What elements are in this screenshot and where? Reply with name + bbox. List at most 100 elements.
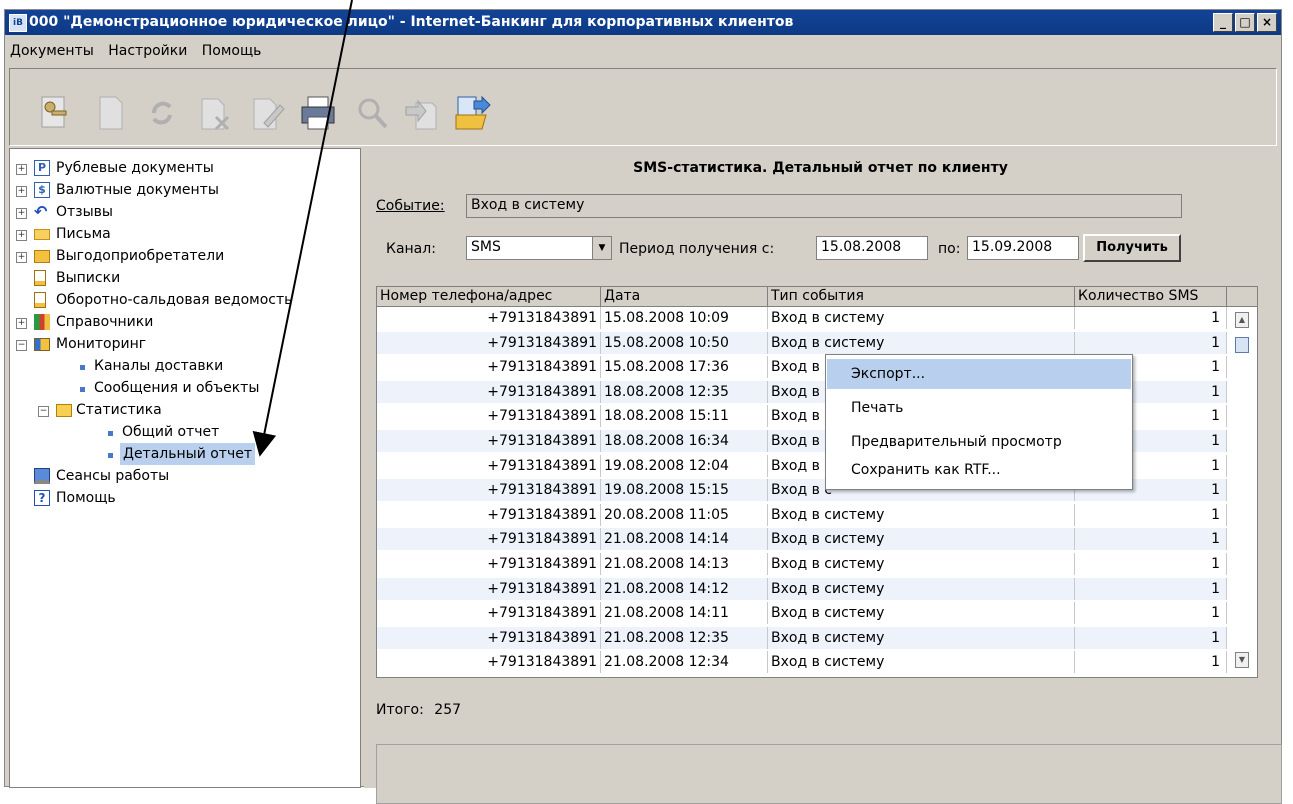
- get-button[interactable]: Получить: [1083, 234, 1181, 262]
- print-icon[interactable]: [298, 93, 338, 133]
- tree-item-sessions[interactable]: Сеансы работы: [14, 465, 354, 487]
- tree-item-beneficiaries[interactable]: + Выгодоприобретатели: [14, 245, 354, 267]
- event-field[interactable]: Вход в систему: [466, 194, 1182, 218]
- cell-date: 21.08.2008 14:11: [601, 602, 768, 625]
- edit-document-icon[interactable]: [246, 93, 286, 133]
- export-folder-icon[interactable]: [452, 93, 492, 133]
- expand-icon[interactable]: +: [16, 208, 27, 219]
- menu-documents[interactable]: Документы: [5, 37, 99, 59]
- tree-item-directories[interactable]: + Справочники: [14, 311, 354, 333]
- menu-item-preview[interactable]: Предварительный просмотр: [827, 427, 1131, 457]
- channel-select[interactable]: SMS ▼: [466, 236, 612, 260]
- cell-phone: +79131843891: [377, 454, 601, 477]
- tree-item-revocations[interactable]: + ↶ Отзывы: [14, 201, 354, 223]
- tree-item-messages-objects[interactable]: Сообщения и объекты: [14, 377, 354, 399]
- import-icon[interactable]: [402, 93, 442, 133]
- date-to-input[interactable]: 15.09.2008: [967, 236, 1079, 260]
- scroll-thumb[interactable]: [1235, 337, 1249, 353]
- table-row[interactable]: +79131843891 15.08.2008 10:09 Вход в систе…: [377, 307, 1227, 329]
- tree-item-letters[interactable]: + Письма: [14, 223, 354, 245]
- cell-date: 15.08.2008 10:50: [601, 331, 768, 354]
- table-row[interactable]: +79131843891 21.08.2008 14:14 Вход в систе…: [377, 528, 1227, 551]
- cell-date: 18.08.2008 16:34: [601, 430, 768, 452]
- column-header-sms-count[interactable]: Количество SMS: [1075, 287, 1227, 306]
- date-from-input[interactable]: 15.08.2008: [816, 236, 928, 260]
- minimize-button[interactable]: _: [1213, 13, 1233, 32]
- table-row[interactable]: +79131843891 20.08.2008 11:05 Вход в систе…: [377, 503, 1227, 526]
- tree-item-ruble-documents[interactable]: + P Рублевые документы: [14, 157, 354, 179]
- cell-date: 20.08.2008 11:05: [601, 503, 768, 526]
- envelope-icon: [34, 229, 50, 240]
- scroll-up-icon[interactable]: ▲: [1235, 312, 1249, 328]
- expand-icon[interactable]: +: [16, 164, 27, 175]
- cell-sms-count: 1: [1075, 307, 1227, 329]
- collapse-icon[interactable]: −: [16, 340, 27, 351]
- tree-item-statistics[interactable]: − Статистика: [14, 399, 354, 421]
- collapse-icon[interactable]: −: [38, 406, 49, 417]
- close-button[interactable]: ×: [1257, 13, 1277, 32]
- tree-item-currency-documents[interactable]: + $ Валютные документы: [14, 179, 354, 201]
- table-row[interactable]: +79131843891 21.08.2008 12:34 Вход в систе…: [377, 651, 1227, 674]
- search-icon[interactable]: [352, 93, 392, 133]
- menu-bar: Документы Настройки Помощь: [5, 37, 1281, 65]
- bullet-icon: [108, 431, 113, 436]
- tree-label: Мониторинг: [56, 336, 147, 352]
- cell-event-type: Вход в систему: [768, 553, 1075, 575]
- column-header-event-type[interactable]: Тип события: [768, 287, 1075, 306]
- cell-event-type: Вход в систему: [768, 577, 1075, 600]
- column-header-phone[interactable]: Номер телефона/адрес: [377, 287, 601, 306]
- tree-label: Выписки: [56, 270, 121, 286]
- menu-help[interactable]: Помощь: [197, 37, 267, 59]
- cell-phone: +79131843891: [377, 577, 601, 600]
- total-label: Итого:: [376, 702, 424, 718]
- cell-phone: +79131843891: [377, 479, 601, 502]
- tree-label: Оборотно-сальдовая ведомость: [56, 292, 293, 308]
- table-row[interactable]: +79131843891 21.08.2008 12:35 Вход в систе…: [377, 626, 1227, 649]
- tree-item-general-report[interactable]: Общий отчет: [14, 421, 354, 443]
- expand-icon[interactable]: +: [16, 318, 27, 329]
- column-header-date[interactable]: Дата: [601, 287, 768, 306]
- scroll-down-icon[interactable]: ▼: [1235, 652, 1249, 668]
- menu-item-save-rtf[interactable]: Сохранить как RTF...: [827, 455, 1131, 485]
- cell-date: 15.08.2008 17:36: [601, 356, 768, 379]
- tree-item-help[interactable]: ? Помощь: [14, 487, 354, 509]
- menu-settings[interactable]: Настройки: [103, 37, 192, 59]
- menu-item-print[interactable]: Печать: [827, 393, 1131, 423]
- tree-item-balance-sheet[interactable]: Оборотно-сальдовая ведомость: [14, 289, 354, 311]
- document-icon[interactable]: [90, 93, 130, 133]
- tree-item-delivery-channels[interactable]: Каналы доставки: [14, 355, 354, 377]
- table-row[interactable]: +79131843891 21.08.2008 14:11 Вход в систе…: [377, 602, 1227, 625]
- cell-phone: +79131843891: [377, 528, 601, 551]
- channel-value: SMS: [471, 239, 501, 255]
- tree-item-monitoring[interactable]: − Мониторинг: [14, 333, 354, 355]
- total-value: 257: [434, 702, 462, 718]
- cell-phone: +79131843891: [377, 331, 601, 354]
- table-row[interactable]: +79131843891 15.08.2008 10:50 Вход в систе…: [377, 331, 1227, 354]
- cell-date: 21.08.2008 12:34: [601, 651, 768, 674]
- delete-document-icon[interactable]: [194, 93, 234, 133]
- table-row[interactable]: +79131843891 21.08.2008 14:12 Вход в систе…: [377, 577, 1227, 600]
- menu-item-export[interactable]: Экспорт...: [827, 359, 1131, 389]
- tree-label: Помощь: [56, 490, 116, 506]
- dollar-icon: $: [34, 182, 50, 198]
- expand-icon[interactable]: +: [16, 230, 27, 241]
- title-bar[interactable]: iB 000 "Демонстрационное юридическое лиц…: [5, 10, 1281, 35]
- cell-phone: +79131843891: [377, 380, 601, 403]
- tree-item-detailed-report[interactable]: Детальный отчет: [14, 443, 354, 465]
- total-row: Итого: 257: [376, 702, 461, 718]
- cell-sms-count: 1: [1075, 577, 1227, 600]
- tree-item-statements[interactable]: Выписки: [14, 267, 354, 289]
- refresh-icon[interactable]: [142, 93, 182, 133]
- expand-icon[interactable]: +: [16, 252, 27, 263]
- cell-phone: +79131843891: [377, 430, 601, 452]
- vertical-scrollbar[interactable]: ▲ ▼: [1227, 307, 1257, 677]
- tree-label: Рублевые документы: [56, 160, 214, 176]
- table-row[interactable]: +79131843891 21.08.2008 14:13 Вход в систе…: [377, 553, 1227, 575]
- cell-date: 21.08.2008 14:13: [601, 553, 768, 575]
- period-label: Период получения с:: [619, 241, 775, 257]
- chevron-down-icon[interactable]: ▼: [592, 237, 611, 259]
- context-menu: Экспорт... Печать Предварительный просмо…: [825, 354, 1133, 490]
- maximize-button[interactable]: □: [1235, 13, 1255, 32]
- expand-icon[interactable]: +: [16, 186, 27, 197]
- keys-icon[interactable]: [34, 93, 74, 133]
